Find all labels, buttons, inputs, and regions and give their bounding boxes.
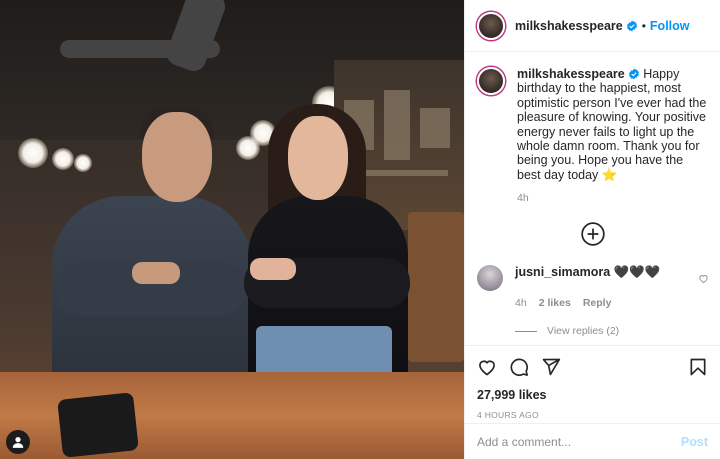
caption-username[interactable]: milkshakesspeare [517, 67, 625, 81]
comment-meta: 4h 2 likes Reply [515, 297, 709, 309]
heart-icon[interactable] [477, 357, 497, 377]
bookmark-icon[interactable] [688, 357, 708, 377]
share-icon[interactable] [541, 357, 561, 377]
view-replies-button[interactable]: View replies (2) [515, 325, 709, 337]
follow-button[interactable]: Follow [650, 19, 690, 33]
photo-chair [408, 212, 464, 362]
post-timestamp[interactable]: 4 HOURS AGO [477, 410, 708, 420]
comment-age[interactable]: 4h [515, 297, 527, 309]
user-tag-button[interactable] [6, 430, 30, 454]
instagram-post: milkshakesspeare • Follow milkshakesspea… [0, 0, 720, 459]
reply-button[interactable]: Reply [583, 297, 612, 309]
comment-heart-icon[interactable] [698, 273, 709, 284]
caption-age[interactable]: 4h [517, 192, 708, 204]
likes-count[interactable]: 27,999 likes [477, 388, 708, 402]
photo-pipe [60, 40, 220, 58]
woman-hand [250, 258, 296, 280]
post-header: milkshakesspeare • Follow [465, 0, 720, 52]
photo-phone [57, 392, 139, 458]
caption-avatar[interactable] [477, 67, 505, 95]
post-comment-button[interactable]: Post [681, 435, 708, 449]
verified-badge-icon [626, 20, 638, 32]
plus-circle-icon[interactable] [580, 221, 606, 247]
photo-light [52, 148, 74, 170]
replies-divider [515, 330, 537, 332]
comments-section: milkshakesspeare Happy birthday to the h… [465, 53, 720, 345]
man-hand [132, 262, 180, 284]
comment-avatar[interactable] [477, 265, 503, 291]
post-actions: 27,999 likes 4 HOURS AGO [465, 345, 720, 420]
verified-badge-icon [628, 68, 640, 80]
caption-emoji: ⭐ [601, 167, 618, 182]
man-head [142, 112, 212, 202]
caption: milkshakesspeare Happy birthday to the h… [477, 67, 708, 182]
header-separator: • [641, 18, 646, 33]
comment-item: jusni_simamora 🖤🖤🖤 4h 2 likes Reply View… [477, 265, 709, 337]
header-username[interactable]: milkshakesspeare [515, 19, 623, 33]
comment-body: 🖤🖤🖤 [613, 265, 661, 279]
comment-text: jusni_simamora 🖤🖤🖤 [515, 265, 660, 280]
comment-username[interactable]: jusni_simamora [515, 265, 610, 279]
post-sidebar: milkshakesspeare • Follow milkshakesspea… [464, 0, 720, 459]
view-replies-label: View replies (2) [547, 325, 620, 337]
add-comment-bar: Post [465, 423, 720, 459]
avatar[interactable] [477, 11, 505, 40]
photo-light [74, 154, 92, 172]
comment-input[interactable] [477, 434, 681, 449]
user-tag-icon [12, 437, 24, 448]
caption-body: Happy birthday to the happiest, most opt… [517, 67, 707, 182]
comment-likes[interactable]: 2 likes [539, 297, 571, 309]
photo-light [18, 138, 48, 168]
post-photo[interactable] [0, 0, 464, 459]
comment-icon[interactable] [509, 357, 529, 377]
woman-head [288, 116, 348, 200]
caption-text: milkshakesspeare Happy birthday to the h… [517, 67, 707, 182]
